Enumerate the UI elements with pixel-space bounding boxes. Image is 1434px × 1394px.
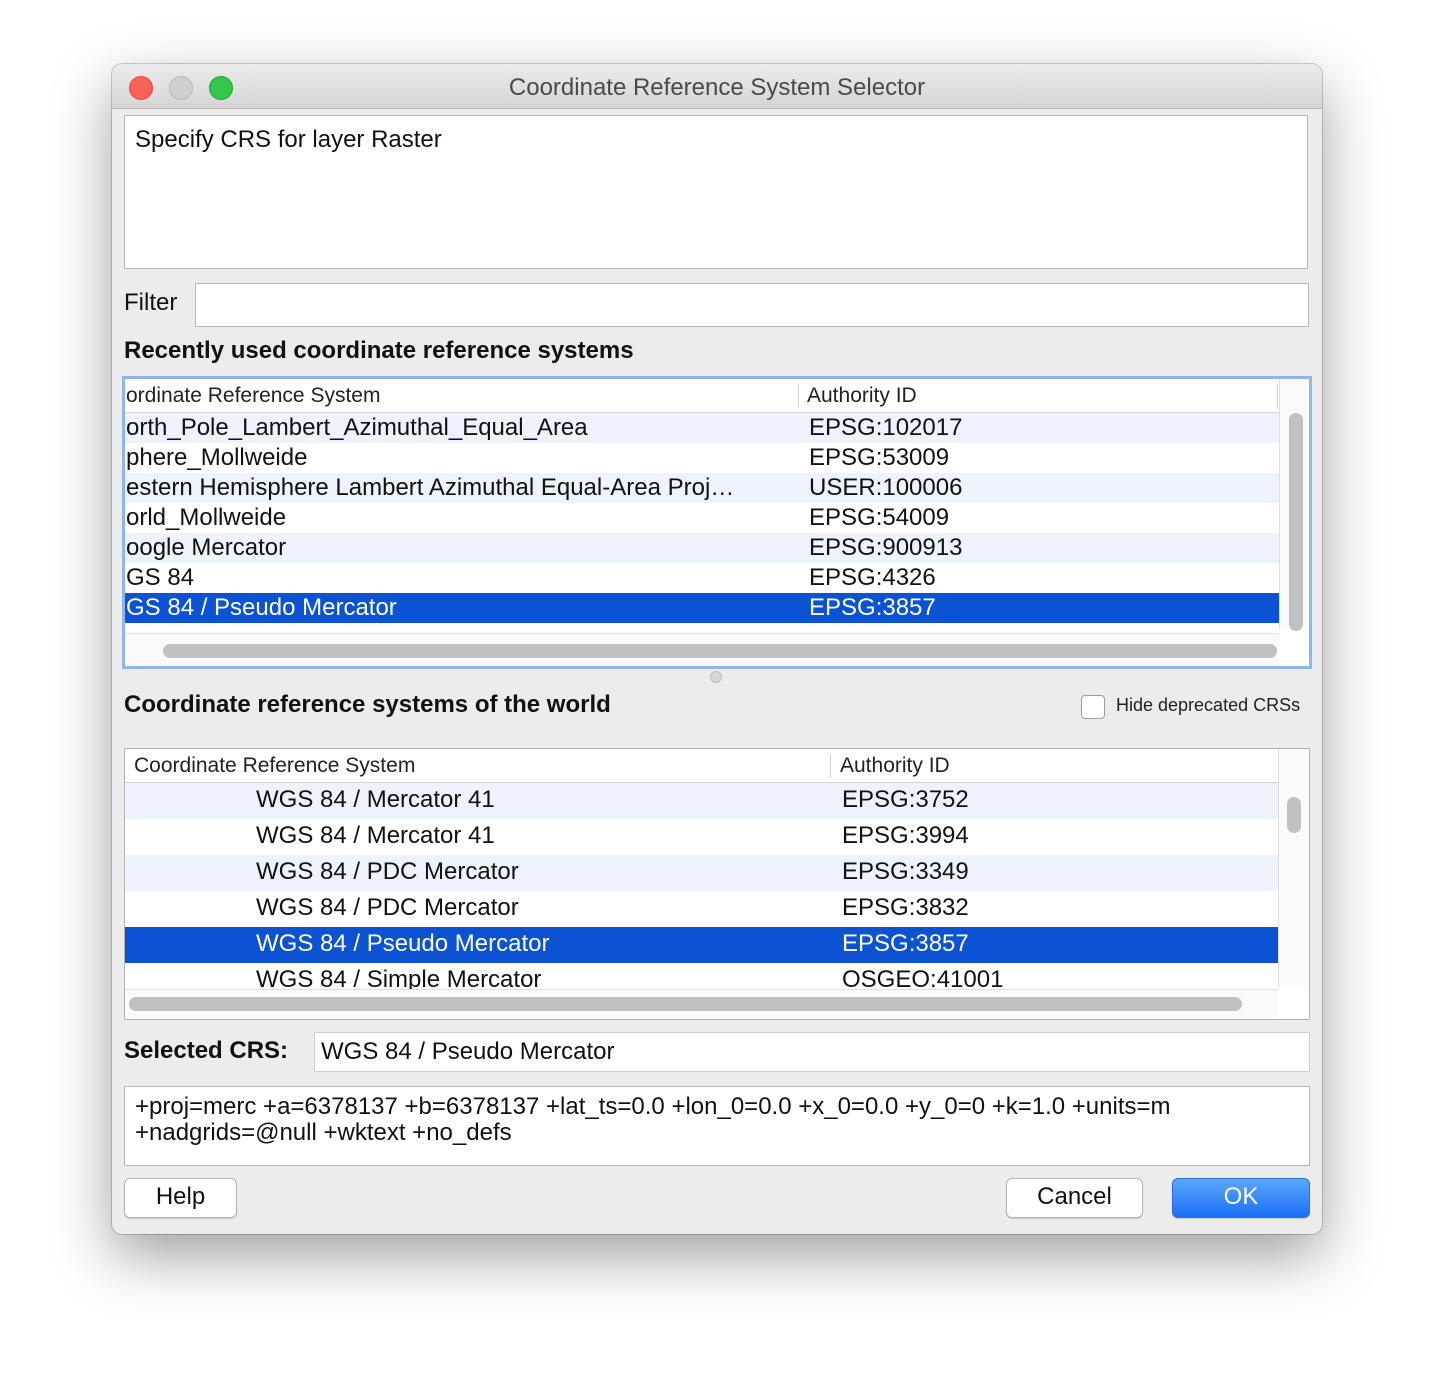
recent-col-authority[interactable]: Authority ID [807, 384, 917, 408]
filter-input[interactable] [195, 283, 1309, 327]
column-separator [1277, 384, 1278, 408]
recent-crs-row[interactable]: oogle Mercator EPSG:900913 [125, 533, 1279, 563]
world-crs-table[interactable]: Coordinate Reference System Authority ID… [124, 748, 1310, 1020]
recent-col-crs[interactable]: ordinate Reference System [126, 384, 380, 408]
help-button[interactable]: Help [124, 1178, 237, 1218]
authority-id-cell: EPSG:3752 [842, 786, 969, 813]
world-crs-row[interactable]: WGS 84 / Pseudo Mercator EPSG:3857 [125, 927, 1278, 963]
cancel-button[interactable]: Cancel [1006, 1178, 1143, 1218]
selected-crs-value: WGS 84 / Pseudo Mercator [321, 1038, 615, 1065]
world-crs-heading: Coordinate reference systems of the worl… [124, 691, 611, 718]
world-col-crs[interactable]: Coordinate Reference System [134, 754, 415, 778]
crs-name-cell: phere_Mollweide [126, 444, 308, 471]
authority-id-cell: EPSG:3857 [809, 594, 936, 621]
info-text: Specify CRS for layer Raster [135, 126, 442, 153]
recent-crs-heading: Recently used coordinate reference syste… [124, 337, 634, 364]
recent-vertical-scroll-thumb[interactable] [1289, 413, 1303, 631]
crs-name-cell: WGS 84 / PDC Mercator [256, 894, 519, 921]
world-crs-row[interactable]: WGS 84 / Mercator 41 EPSG:3994 [125, 819, 1278, 855]
proj-definition-text: +proj=merc +a=6378137 +b=6378137 +lat_ts… [135, 1093, 1171, 1146]
ok-button[interactable]: OK [1172, 1178, 1310, 1218]
world-crs-row[interactable]: WGS 84 / PDC Mercator EPSG:3832 [125, 891, 1278, 927]
authority-id-cell: EPSG:4326 [809, 564, 936, 591]
crs-name-cell: WGS 84 / Mercator 41 [256, 822, 495, 849]
authority-id-cell: EPSG:3857 [842, 930, 969, 957]
recent-crs-row[interactable]: GS 84 EPSG:4326 [125, 563, 1279, 593]
recent-crs-table[interactable]: ordinate Reference System Authority ID o… [122, 376, 1312, 669]
crs-name-cell: GS 84 [126, 564, 195, 591]
recent-horizontal-scrollbar[interactable] [125, 633, 1279, 666]
world-col-authority[interactable]: Authority ID [840, 754, 950, 778]
authority-id-cell: USER:100006 [809, 474, 963, 501]
filter-label: Filter [124, 289, 178, 316]
crs-name-cell: WGS 84 / Mercator 41 [256, 786, 495, 813]
recent-crs-row[interactable]: phere_Mollweide EPSG:53009 [125, 443, 1279, 473]
hide-deprecated-checkbox[interactable] [1081, 695, 1105, 719]
recent-crs-row[interactable]: estern Hemisphere Lambert Azimuthal Equa… [125, 473, 1279, 503]
crs-name-cell: oogle Mercator [126, 534, 287, 561]
recent-horizontal-scroll-thumb[interactable] [163, 644, 1277, 658]
selected-crs-field: WGS 84 / Pseudo Mercator [314, 1032, 1310, 1072]
crs-name-cell: orld_Mollweide [126, 504, 287, 531]
crs-name-cell: WGS 84 / Pseudo Mercator [256, 930, 550, 957]
crs-name-cell: WGS 84 / PDC Mercator [256, 858, 519, 885]
title-bar[interactable]: Coordinate Reference System Selector [112, 64, 1322, 109]
window-title: Coordinate Reference System Selector [508, 74, 926, 101]
world-horizontal-scroll-thumb[interactable] [129, 997, 1242, 1011]
authority-id-cell: EPSG:3349 [842, 858, 969, 885]
authority-id-cell: EPSG:3994 [842, 822, 969, 849]
authority-id-cell: EPSG:900913 [809, 534, 963, 561]
recent-crs-row[interactable]: orld_Mollweide EPSG:54009 [125, 503, 1279, 533]
world-vertical-scrollbar[interactable] [1278, 749, 1309, 987]
recent-vertical-scrollbar[interactable] [1279, 379, 1309, 631]
selected-crs-label: Selected CRS: [124, 1037, 289, 1064]
proj-definition-box: +proj=merc +a=6378137 +b=6378137 +lat_ts… [124, 1086, 1310, 1166]
recent-crs-row[interactable]: GS 84 / Pseudo Mercator EPSG:3857 [125, 593, 1279, 623]
world-table-header: Coordinate Reference System Authority ID [125, 749, 1278, 783]
world-vertical-scroll-thumb[interactable] [1287, 797, 1301, 833]
authority-id-cell: EPSG:53009 [809, 444, 950, 471]
crs-name-cell: GS 84 / Pseudo Mercator [126, 594, 397, 621]
splitter-handle[interactable] [710, 671, 722, 683]
crs-name-cell: estern Hemisphere Lambert Azimuthal Equa… [126, 474, 735, 501]
recent-crs-row[interactable]: orth_Pole_Lambert_Azimuthal_Equal_Area EP… [125, 413, 1279, 443]
world-crs-row[interactable]: WGS 84 / PDC Mercator EPSG:3349 [125, 855, 1278, 891]
world-crs-row[interactable]: WGS 84 / Mercator 41 EPSG:3752 [125, 783, 1278, 819]
crs-name-cell: orth_Pole_Lambert_Azimuthal_Equal_Area [126, 414, 588, 441]
authority-id-cell: EPSG:3832 [842, 894, 969, 921]
crs-selector-dialog: Coordinate Reference System Selector Spe… [112, 64, 1322, 1234]
authority-id-cell: EPSG:102017 [809, 414, 963, 441]
world-horizontal-scrollbar[interactable] [125, 989, 1278, 1019]
info-text-box: Specify CRS for layer Raster [124, 115, 1308, 269]
column-separator [798, 384, 799, 408]
column-separator [830, 754, 831, 778]
recent-table-header: ordinate Reference System Authority ID [125, 379, 1279, 413]
authority-id-cell: EPSG:54009 [809, 504, 950, 531]
hide-deprecated-label[interactable]: Hide deprecated CRSs [1116, 695, 1300, 716]
